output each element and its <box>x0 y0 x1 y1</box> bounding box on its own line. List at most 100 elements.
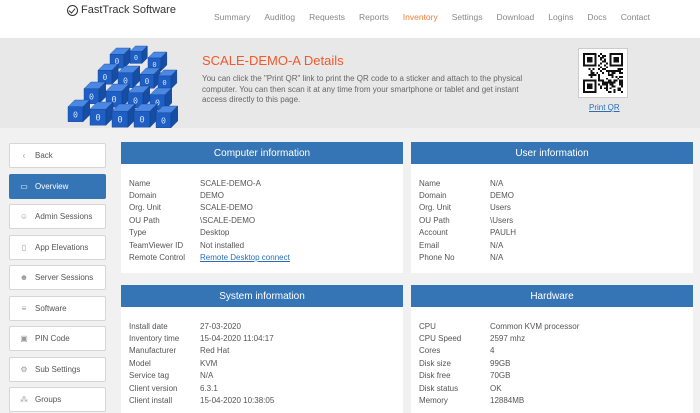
info-row: Domain DEMO <box>129 189 403 201</box>
nav-auditlog[interactable]: Auditlog <box>264 12 295 22</box>
info-label: Name <box>419 178 441 188</box>
sidebar: ‹ Back ▭ Overview ☺ Admin Sessions ▯ App Elevat… <box>9 143 106 413</box>
info-label: Service tag <box>129 371 170 381</box>
nav-inventory[interactable]: Inventory <box>403 12 438 22</box>
sidebar-item-label: Admin Sessions <box>35 212 93 221</box>
info-value: \Users <box>490 215 514 225</box>
qr-code <box>578 48 628 98</box>
info-label: CPU <box>419 321 436 331</box>
info-label: Disk status <box>419 383 459 393</box>
app-name: FastTrack Software <box>81 4 176 16</box>
sidebar-item-groups[interactable]: ⁂ Groups <box>9 387 106 412</box>
info-value: 70GB <box>490 371 511 381</box>
info-row: Client install 15-04-2020 10:38:05 <box>129 394 403 406</box>
info-row: Cores 4 <box>419 345 693 357</box>
info-value: Common KVM processor <box>490 321 580 331</box>
computer-info-panel: Computer information Name SCALE-DEMO-A Dom… <box>121 142 403 273</box>
sidebar-item-pin-code[interactable]: ▣ PIN Code <box>9 326 106 351</box>
print-qr-link[interactable]: Print QR <box>589 103 620 112</box>
app-logo[interactable]: FastTrack Software <box>67 4 176 16</box>
info-value: SCALE-DEMO-A <box>200 178 261 188</box>
info-label: Email <box>419 240 440 250</box>
info-row: Account PAULH <box>419 227 693 239</box>
info-row: Name N/A <box>419 177 693 189</box>
info-label: OU Path <box>419 215 450 225</box>
info-label: Inventory time <box>129 334 180 344</box>
system-info-panel: System information Install date 27-03-202… <box>121 285 403 413</box>
nav-logins[interactable]: Logins <box>548 12 573 22</box>
info-value: Not installed <box>200 240 245 250</box>
sidebar-item-app-elevations[interactable]: ▯ App Elevations <box>9 234 106 260</box>
check-circle-icon <box>67 4 78 16</box>
info-row: Type Desktop <box>129 227 403 239</box>
info-row: Service tag N/A <box>129 370 403 382</box>
info-row: Disk free 70GB <box>419 370 693 382</box>
lock-icon: ▣ <box>20 334 28 343</box>
info-row: Memory 12884MB <box>419 394 693 406</box>
svg-text:0: 0 <box>95 113 100 123</box>
svg-text:0: 0 <box>152 60 156 69</box>
nav-requests[interactable]: Requests <box>309 12 345 22</box>
sidebar-item-overview[interactable]: ▭ Overview <box>9 173 106 199</box>
sidebar-item-server-sessions[interactable]: ☻ Server Sessions <box>9 265 106 290</box>
info-value: 2597 mhz <box>490 334 526 344</box>
nav-contact[interactable]: Contact <box>621 12 650 22</box>
sidebar-item-label: Software <box>35 303 67 313</box>
page-title: SCALE-DEMO-A Details <box>202 53 344 68</box>
info-label: Memory <box>419 396 448 406</box>
info-label: Disk free <box>419 371 451 381</box>
info-label: Account <box>419 228 448 238</box>
info-row: Name SCALE-DEMO-A <box>129 177 403 189</box>
info-value: N/A <box>490 253 504 263</box>
hardware-panel: Hardware CPU Common KVM processor CPU Spee… <box>411 285 693 413</box>
sidebar-item-label: Sub Settings <box>35 364 81 374</box>
group-icon: ⁂ <box>20 395 28 404</box>
banner-description: You can click the "Print QR" link to pri… <box>202 74 523 104</box>
info-label: Phone No <box>419 253 455 263</box>
info-value: Desktop <box>200 228 230 238</box>
nav-settings[interactable]: Settings <box>452 12 483 22</box>
info-value: SCALE-DEMO <box>200 203 253 213</box>
svg-text:0: 0 <box>139 115 144 125</box>
info-value: 15-04-2020 10:38:05 <box>200 396 275 406</box>
info-value: 12884MB <box>490 396 525 406</box>
remote-desktop-link[interactable]: Remote Desktop connect <box>200 253 290 262</box>
top-bar: FastTrack Software Summary Auditlog Reques… <box>0 0 700 38</box>
info-row: CPU Common KVM processor <box>419 320 693 332</box>
info-value: 99GB <box>490 358 511 368</box>
info-label: Remote Control <box>129 253 186 263</box>
info-value: N/A <box>490 240 504 250</box>
nav-download[interactable]: Download <box>496 12 534 22</box>
document-icon: ▯ <box>21 242 27 252</box>
chevron-left-icon: ‹ <box>22 151 26 160</box>
info-label: Org. Unit <box>419 203 452 213</box>
svg-text:0: 0 <box>145 77 150 86</box>
sidebar-item-software[interactable]: ≡ Software <box>9 295 106 321</box>
sidebar-item-admin-sessions[interactable]: ☺ Admin Sessions <box>9 204 106 229</box>
sidebar-item-sub-settings[interactable]: ⚙ Sub Settings <box>9 356 106 382</box>
sidebar-item-back[interactable]: ‹ Back <box>9 143 106 168</box>
info-row: Install date 27-03-2020 <box>129 320 403 332</box>
info-label: Org. Unit <box>129 203 162 213</box>
info-row: Model KVM <box>129 357 403 369</box>
gear-icon: ⚙ <box>20 364 28 374</box>
sidebar-item-label: PIN Code <box>35 334 70 343</box>
info-value: Red Hat <box>200 346 230 356</box>
sidebar-item-label: Overview <box>35 181 69 191</box>
info-row: Inventory time 15-04-2020 11:04:17 <box>129 332 403 344</box>
info-row: Disk size 99GB <box>419 357 693 369</box>
info-label: Disk size <box>419 358 452 368</box>
info-row: Email N/A <box>419 239 693 251</box>
info-label: Install date <box>129 321 168 331</box>
info-label: OU Path <box>129 215 160 225</box>
nav-docs[interactable]: Docs <box>587 12 606 22</box>
nav-summary[interactable]: Summary <box>214 12 250 22</box>
nav-reports[interactable]: Reports <box>359 12 389 22</box>
svg-text:0: 0 <box>162 78 166 87</box>
info-label: Client version <box>129 383 178 393</box>
svg-text:0: 0 <box>134 54 138 62</box>
svg-text:0: 0 <box>73 109 78 119</box>
info-value: PAULH <box>490 228 517 238</box>
sidebar-item-label: Groups <box>35 395 62 404</box>
info-row: Client version 6.3.1 <box>129 382 403 394</box>
